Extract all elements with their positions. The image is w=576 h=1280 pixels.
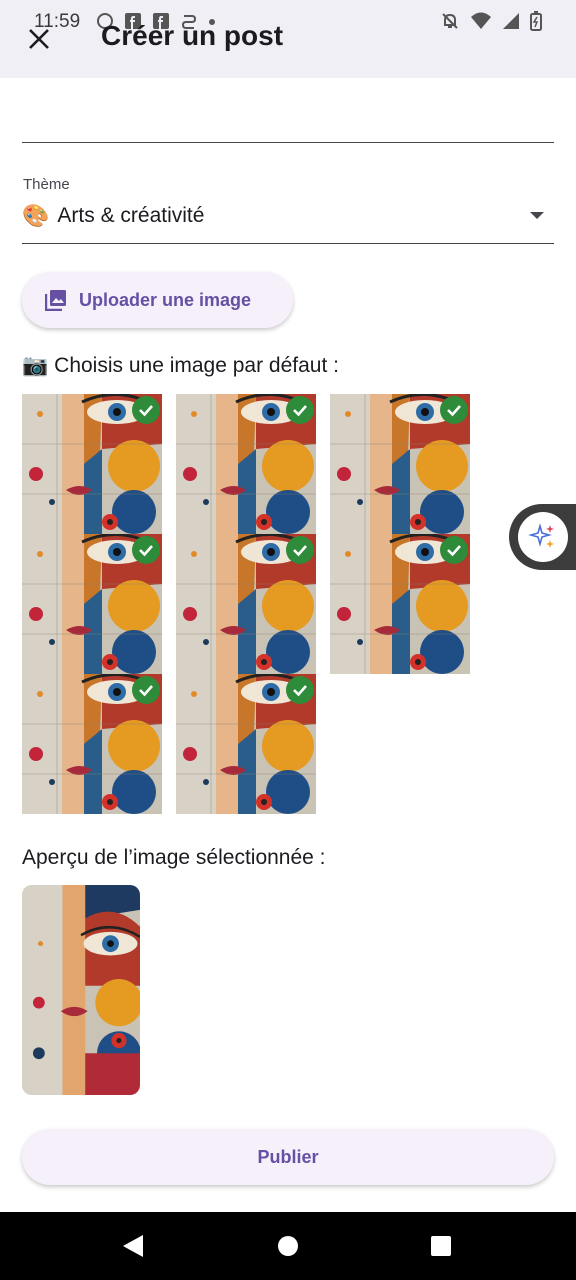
default-image-option[interactable] (176, 674, 316, 814)
assistant-button[interactable] (518, 512, 568, 562)
wifi-icon (471, 12, 491, 29)
default-images-heading-text: Choisis une image par défaut : (54, 354, 339, 377)
home-nav-icon[interactable] (277, 1234, 299, 1258)
page-title: Créer un post (101, 20, 284, 51)
dropdown-arrow-icon (530, 212, 544, 219)
navigation-bar (0, 1212, 576, 1280)
theme-label: Thème (23, 176, 70, 193)
bell-off-icon (442, 13, 458, 29)
check-circle-icon (286, 676, 314, 704)
artwork-image (22, 885, 140, 1095)
recents-nav-icon[interactable] (430, 1234, 452, 1258)
publish-button[interactable]: Publier (22, 1129, 554, 1185)
image-icon (45, 290, 66, 311)
default-image-option[interactable] (22, 394, 162, 534)
palette-icon: 🎨 (22, 203, 50, 228)
assistant-bubble[interactable] (509, 504, 576, 570)
default-image-option[interactable] (330, 534, 470, 674)
upload-image-label: Uploader une image (79, 289, 252, 310)
camera-icon: 📷 (22, 354, 49, 377)
theme-value-text: Arts & créativité (57, 204, 205, 227)
selected-image-preview (22, 885, 140, 1095)
battery-icon (530, 11, 542, 31)
default-image-option[interactable] (330, 394, 470, 534)
post-title-field[interactable] (22, 92, 554, 143)
back-nav-icon[interactable] (122, 1234, 144, 1258)
upload-image-button[interactable]: Uploader une image (22, 272, 293, 328)
theme-selected: 🎨 Arts & créativité (22, 203, 204, 229)
close-icon (29, 29, 49, 49)
check-circle-icon (440, 536, 468, 564)
app-bar: 11:59 Créer un post (0, 0, 576, 78)
check-circle-icon (440, 396, 468, 424)
check-circle-icon (132, 676, 160, 704)
publish-label: Publier (257, 1146, 319, 1167)
theme-dropdown[interactable]: Thème 🎨 Arts & créativité (22, 170, 554, 244)
preview-heading: Aperçu de l’image sélectionnée : (22, 846, 326, 869)
default-image-option[interactable] (176, 394, 316, 534)
default-images-heading: 📷 Choisis une image par défaut : (22, 354, 339, 378)
check-circle-icon (286, 396, 314, 424)
default-image-option[interactable] (176, 534, 316, 674)
system-icons (440, 11, 542, 31)
close-button[interactable] (22, 22, 56, 56)
sparkle-icon (528, 523, 554, 548)
check-circle-icon (132, 536, 160, 564)
signal-icon (503, 13, 519, 29)
default-image-option[interactable] (22, 674, 162, 814)
default-image-option[interactable] (22, 534, 162, 674)
check-circle-icon (132, 396, 160, 424)
check-circle-icon (286, 536, 314, 564)
